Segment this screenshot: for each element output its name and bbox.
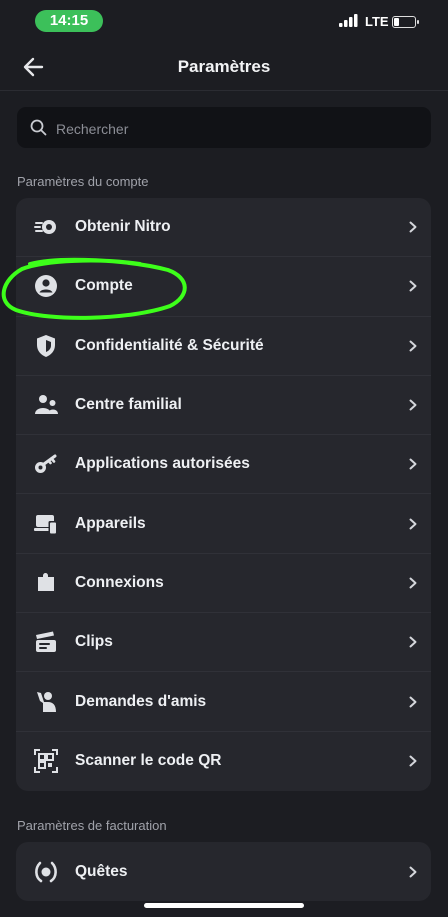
header: Paramètres — [0, 44, 448, 91]
billing-settings-card: Quêtes — [16, 842, 431, 902]
chevron-right-icon — [409, 636, 417, 648]
row-get-nitro[interactable]: Obtenir Nitro — [16, 198, 431, 258]
row-authorized-apps[interactable]: Applications autorisées — [16, 435, 431, 495]
row-privacy-security[interactable]: Confidentialité & Sécurité — [16, 317, 431, 376]
row-connections[interactable]: Connexions — [16, 554, 431, 614]
row-label: Appareils — [75, 514, 146, 532]
status-time: 14:15 — [35, 10, 103, 32]
section-title-billing: Paramètres de facturation — [17, 818, 167, 833]
row-label: Confidentialité & Sécurité — [75, 336, 264, 354]
home-indicator — [144, 903, 304, 908]
row-label: Compte — [75, 277, 133, 295]
chevron-right-icon — [409, 340, 417, 352]
row-scan-qr[interactable]: Scanner le code QR — [16, 732, 431, 791]
carrier-label: LTE — [365, 14, 389, 29]
signal-icon — [339, 14, 358, 27]
chevron-right-icon — [409, 866, 417, 878]
page-title: Paramètres — [177, 57, 271, 76]
section-title-account: Paramètres du compte — [17, 174, 149, 189]
row-label: Centre familial — [75, 396, 182, 414]
nitro-icon — [34, 220, 56, 235]
row-label: Quêtes — [75, 862, 128, 880]
search-bar[interactable] — [17, 107, 431, 150]
row-label: Demandes d'amis — [75, 692, 207, 710]
family-icon — [35, 395, 58, 415]
row-devices[interactable]: Appareils — [16, 494, 431, 554]
qr-code-icon — [34, 749, 58, 774]
search-input[interactable] — [54, 107, 418, 150]
chevron-right-icon — [409, 518, 417, 530]
puzzle-icon — [38, 572, 54, 591]
key-icon — [35, 454, 57, 474]
row-quests[interactable]: Quêtes — [16, 842, 431, 901]
chevron-right-icon — [409, 577, 417, 589]
waving-person-icon — [37, 691, 56, 712]
row-clips[interactable]: Clips — [16, 613, 431, 673]
shield-icon — [37, 334, 55, 357]
row-label: Obtenir Nitro — [75, 218, 171, 236]
status-bar: 14:15 LTE — [0, 0, 448, 44]
row-label: Connexions — [75, 573, 164, 591]
row-friend-requests[interactable]: Demandes d'amis — [16, 672, 431, 732]
chevron-right-icon — [409, 458, 417, 470]
devices-icon — [34, 514, 57, 535]
chevron-right-icon — [409, 221, 417, 233]
search-icon — [30, 119, 47, 136]
row-label: Clips — [75, 633, 113, 651]
chevron-right-icon — [409, 696, 417, 708]
laurel-icon — [35, 861, 57, 882]
row-account[interactable]: Compte — [16, 257, 431, 317]
clapperboard-icon — [36, 631, 56, 653]
chevron-right-icon — [409, 280, 417, 292]
chevron-right-icon — [409, 399, 417, 411]
chevron-right-icon — [409, 755, 417, 767]
row-label: Scanner le code QR — [75, 752, 222, 770]
account-icon — [35, 275, 57, 298]
account-settings-card: Obtenir Nitro Compte Confidentialité & S… — [16, 198, 431, 791]
row-family-center[interactable]: Centre familial — [16, 376, 431, 436]
row-label: Applications autorisées — [75, 455, 250, 473]
battery-icon — [392, 16, 419, 28]
